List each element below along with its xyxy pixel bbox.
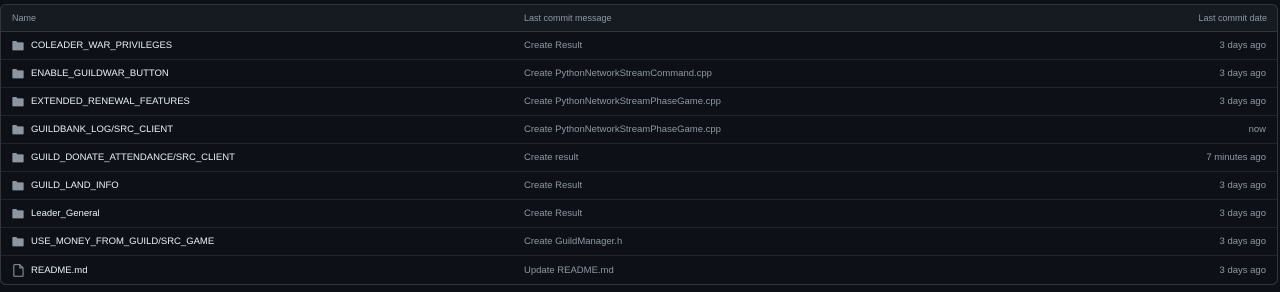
commit-message-link[interactable]: Create result: [524, 152, 578, 163]
commit-message-link[interactable]: Create PythonNetworkStreamCommand.cpp: [524, 68, 712, 79]
folder-icon: [12, 208, 24, 220]
table-row[interactable]: USE_MONEY_FROM_GUILD/SRC_GAME Create Guil…: [1, 228, 1277, 256]
name-cell: COLEADER_WAR_PRIVILEGES: [12, 40, 172, 52]
folder-link[interactable]: Leader_General: [31, 208, 100, 219]
folder-link[interactable]: EXTENDED_RENEWAL_FEATURES: [31, 96, 190, 107]
header-last-commit-message: Last commit message: [524, 13, 612, 23]
commit-date: 3 days ago: [1219, 68, 1266, 79]
table-row[interactable]: GUILDBANK_LOG/SRC_CLIENT Create PythonNet…: [1, 116, 1277, 144]
folder-icon: [12, 236, 24, 248]
folder-icon: [12, 68, 24, 80]
commit-date: now: [1248, 124, 1266, 135]
commit-message-link[interactable]: Create Result: [524, 180, 582, 191]
name-cell: EXTENDED_RENEWAL_FEATURES: [12, 96, 190, 108]
table-header: Name Last commit message Last commit dat…: [1, 5, 1277, 32]
commit-message-link[interactable]: Create GuildManager.h: [524, 236, 622, 247]
commit-message-link[interactable]: Create PythonNetworkStreamPhaseGame.cpp: [524, 124, 721, 135]
header-last-commit-date: Last commit date: [1198, 13, 1267, 23]
name-cell: USE_MONEY_FROM_GUILD/SRC_GAME: [12, 236, 214, 248]
header-name: Name: [12, 13, 37, 23]
commit-date: 3 days ago: [1219, 40, 1266, 51]
commit-message-link[interactable]: Create Result: [524, 208, 582, 219]
folder-link[interactable]: GUILD_LAND_INFO: [31, 180, 119, 191]
table-row[interactable]: GUILD_LAND_INFO Create Result 3 days ago: [1, 172, 1277, 200]
file-icon: [12, 263, 24, 277]
commit-message-link[interactable]: Create PythonNetworkStreamPhaseGame.cpp: [524, 96, 721, 107]
folder-link[interactable]: GUILD_DONATE_ATTENDANCE/SRC_CLIENT: [31, 152, 235, 163]
name-cell: ENABLE_GUILDWAR_BUTTON: [12, 68, 169, 80]
commit-date: 3 days ago: [1219, 96, 1266, 107]
table-row[interactable]: README.md Update README.md 3 days ago: [1, 256, 1277, 284]
table-body: COLEADER_WAR_PRIVILEGES Create Result 3 da…: [1, 32, 1277, 284]
table-row[interactable]: Leader_General Create Result 3 days ago: [1, 200, 1277, 228]
commit-date: 3 days ago: [1219, 236, 1266, 247]
commit-date: 7 minutes ago: [1206, 152, 1266, 163]
folder-icon: [12, 124, 24, 136]
folder-icon: [12, 152, 24, 164]
folder-link[interactable]: GUILDBANK_LOG/SRC_CLIENT: [31, 124, 173, 135]
name-cell: GUILD_LAND_INFO: [12, 180, 119, 192]
file-link[interactable]: README.md: [31, 265, 87, 276]
table-row[interactable]: GUILD_DONATE_ATTENDANCE/SRC_CLIENT Create…: [1, 144, 1277, 172]
commit-message-link[interactable]: Update README.md: [524, 265, 614, 276]
folder-link[interactable]: COLEADER_WAR_PRIVILEGES: [31, 40, 172, 51]
name-cell: GUILD_DONATE_ATTENDANCE/SRC_CLIENT: [12, 152, 235, 164]
commit-date: 3 days ago: [1219, 180, 1266, 191]
folder-link[interactable]: USE_MONEY_FROM_GUILD/SRC_GAME: [31, 236, 214, 247]
name-cell: GUILDBANK_LOG/SRC_CLIENT: [12, 124, 173, 136]
folder-icon: [12, 40, 24, 52]
folder-icon: [12, 96, 24, 108]
commit-message-link[interactable]: Create Result: [524, 40, 582, 51]
table-row[interactable]: COLEADER_WAR_PRIVILEGES Create Result 3 da…: [1, 32, 1277, 60]
folder-link[interactable]: ENABLE_GUILDWAR_BUTTON: [31, 68, 169, 79]
commit-date: 3 days ago: [1219, 264, 1266, 276]
table-row[interactable]: ENABLE_GUILDWAR_BUTTON Create PythonNetwo…: [1, 60, 1277, 88]
folder-icon: [12, 180, 24, 192]
name-cell: README.md: [12, 263, 87, 277]
table-row[interactable]: EXTENDED_RENEWAL_FEATURES Create PythonNe…: [1, 88, 1277, 116]
file-table: Name Last commit message Last commit dat…: [0, 4, 1278, 285]
commit-date: 3 days ago: [1219, 208, 1266, 219]
name-cell: Leader_General: [12, 208, 100, 220]
